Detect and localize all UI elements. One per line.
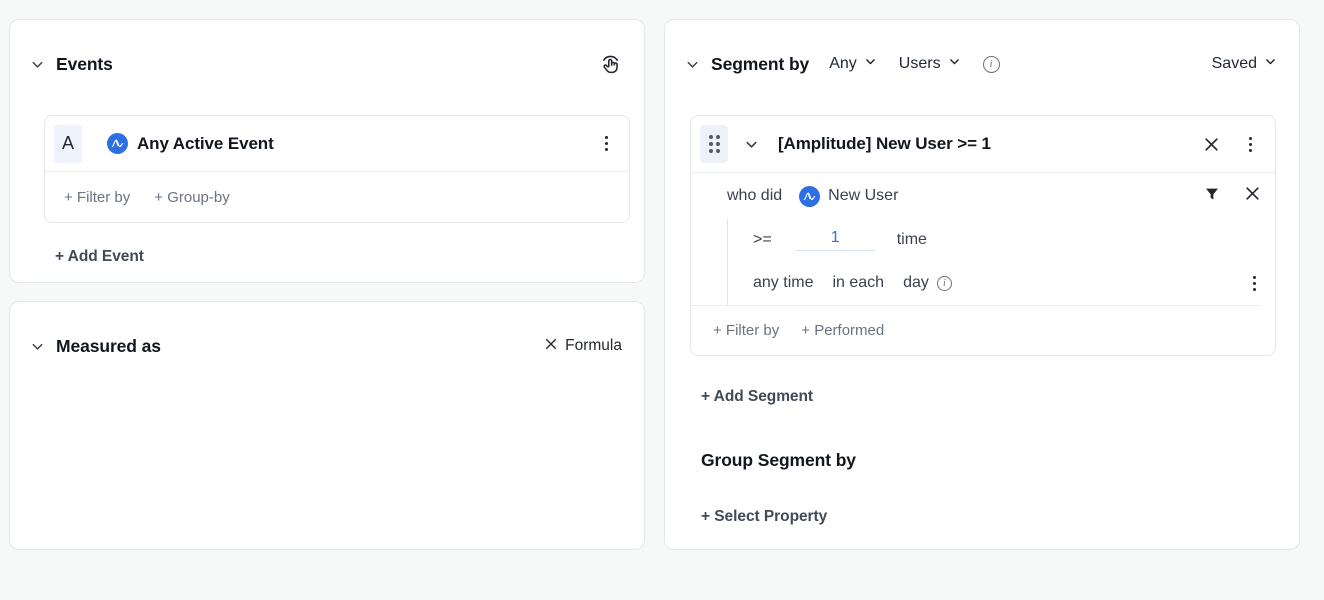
- add-event-button[interactable]: + Add Event: [55, 248, 144, 266]
- segment-card: [Amplitude] New User >= 1 who did New Us: [690, 115, 1276, 356]
- formula-toggle-label: Formula: [565, 337, 622, 355]
- kebab-menu-icon[interactable]: [595, 133, 617, 155]
- time-scope-dropdown[interactable]: any time: [753, 274, 813, 292]
- amplitude-event-icon: [799, 186, 820, 207]
- events-panel-header: Events: [10, 40, 644, 88]
- close-icon: [544, 337, 558, 355]
- events-panel: Events A Any Acti: [9, 19, 645, 283]
- close-icon[interactable]: [1203, 136, 1220, 153]
- who-did-label: who did: [727, 187, 782, 205]
- saved-dropdown[interactable]: Saved: [1212, 55, 1277, 73]
- funnel-icon[interactable]: [1204, 186, 1220, 207]
- condition-event-name[interactable]: New User: [828, 187, 898, 205]
- period-prefix-label: in each: [832, 274, 884, 292]
- amplitude-event-icon: [107, 133, 128, 154]
- measured-as-panel: Measured as Formula ROLLWIN(UNIQUES, A, …: [9, 301, 645, 550]
- chevron-down-icon: [1264, 55, 1277, 73]
- who-did-row: who did New User: [691, 173, 1261, 219]
- entity-value: Users: [899, 55, 941, 73]
- add-performed-link[interactable]: + Performed: [801, 322, 884, 339]
- close-icon[interactable]: [1244, 185, 1261, 207]
- time-window-row: any time in each day i: [728, 261, 1261, 305]
- info-circle-icon[interactable]: i: [937, 276, 952, 291]
- comparison-operator[interactable]: >=: [753, 231, 772, 249]
- period-dropdown[interactable]: day: [903, 274, 929, 292]
- formula-toggle-button[interactable]: Formula: [544, 337, 622, 355]
- segment-by-title: Segment by: [711, 54, 809, 75]
- page-title: Events: [56, 54, 113, 75]
- count-unit-label: time: [897, 231, 927, 249]
- segment-by-panel: Segment by Any Users i Saved: [664, 19, 1300, 550]
- condition-actions: [1204, 185, 1261, 207]
- segment-by-header: Segment by Any Users i Saved: [665, 40, 1299, 88]
- match-type-dropdown[interactable]: Any: [829, 55, 877, 73]
- add-filter-by-link[interactable]: + Filter by: [64, 189, 130, 206]
- chevron-down-icon[interactable]: [28, 55, 46, 73]
- tap-gesture-icon[interactable]: [599, 53, 622, 76]
- kebab-menu-icon[interactable]: [1243, 272, 1265, 294]
- event-card: A Any Active Event + Filter by + Group-b…: [44, 115, 630, 223]
- event-modifiers-row: + Filter by + Group-by: [45, 171, 629, 222]
- measured-as-header: Measured as Formula: [10, 322, 644, 370]
- group-segment-by-title: Group Segment by: [701, 450, 856, 471]
- add-group-by-link[interactable]: + Group-by: [154, 189, 229, 206]
- chevron-down-icon: [864, 55, 877, 73]
- event-letter-badge: A: [54, 125, 82, 163]
- segment-body: who did New User: [691, 172, 1275, 355]
- saved-value: Saved: [1212, 55, 1257, 73]
- match-type-value: Any: [829, 55, 857, 73]
- add-filter-by-link[interactable]: + Filter by: [713, 322, 779, 339]
- chevron-down-icon[interactable]: [683, 55, 701, 73]
- drag-handle-icon[interactable]: [700, 125, 728, 163]
- chevron-down-icon: [948, 55, 961, 73]
- segment-name: [Amplitude] New User >= 1: [778, 134, 991, 154]
- count-condition-row: >= 1 time: [728, 219, 1261, 261]
- chevron-down-icon[interactable]: [28, 337, 46, 355]
- event-row[interactable]: A Any Active Event: [45, 116, 629, 171]
- add-segment-button[interactable]: + Add Segment: [701, 388, 813, 406]
- count-input[interactable]: 1: [796, 229, 875, 251]
- segment-title-row: [Amplitude] New User >= 1: [691, 116, 1275, 172]
- chevron-down-icon[interactable]: [744, 137, 759, 152]
- condition-detail-block: >= 1 time any time in each day i: [727, 219, 1261, 305]
- entity-dropdown[interactable]: Users: [899, 55, 961, 73]
- info-circle-icon[interactable]: i: [983, 56, 1000, 73]
- app-root: Events A Any Acti: [0, 0, 1324, 600]
- kebab-menu-icon[interactable]: [1239, 133, 1261, 155]
- event-name: Any Active Event: [137, 134, 274, 154]
- measured-as-title: Measured as: [56, 336, 161, 357]
- select-property-button[interactable]: + Select Property: [701, 508, 827, 526]
- segment-modifiers-row: + Filter by + Performed: [691, 305, 1261, 355]
